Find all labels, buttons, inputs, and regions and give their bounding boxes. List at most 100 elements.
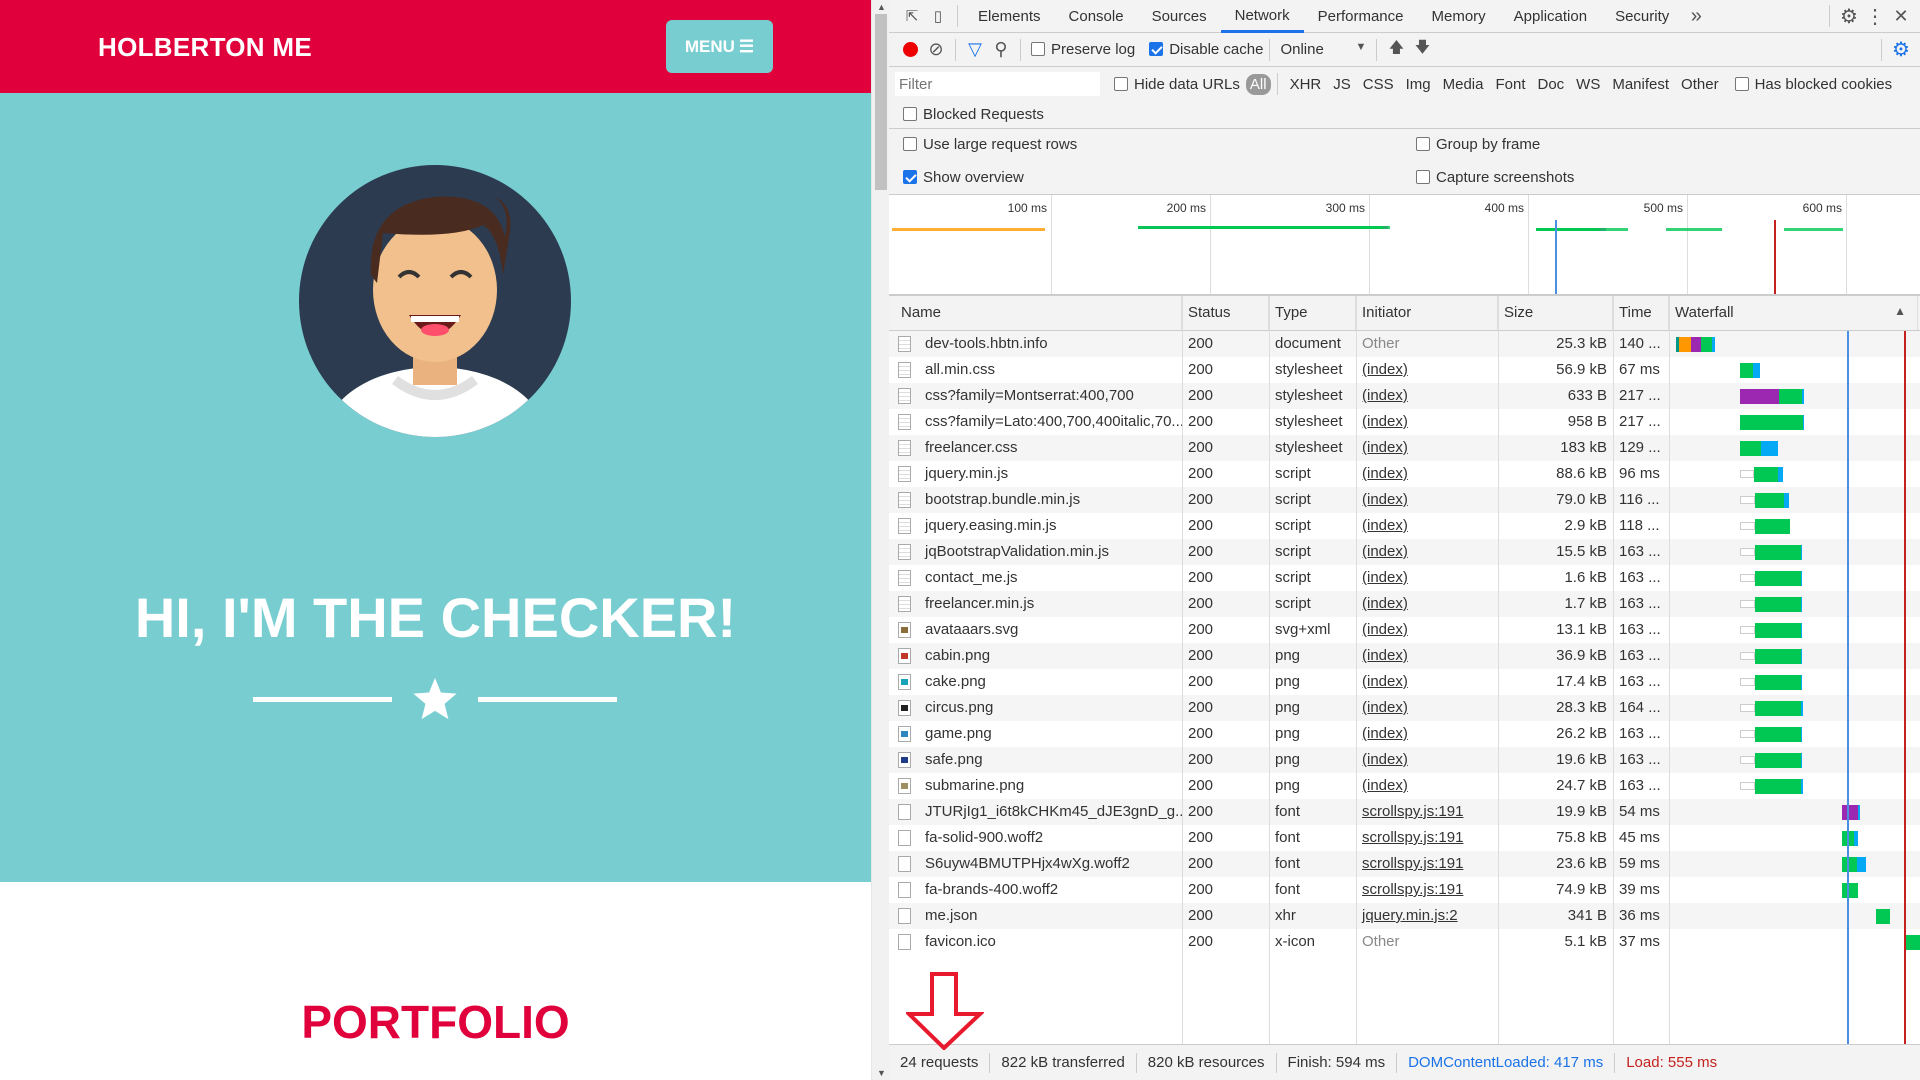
capture-screenshots-checkbox[interactable]: Capture screenshots: [1416, 169, 1574, 186]
table-row[interactable]: fa-solid-900.woff2 200 font scrollspy.js:19…: [889, 825, 1920, 851]
throttling-select[interactable]: Online ▼: [1276, 41, 1370, 58]
cell-initiator[interactable]: scrollspy.js:191: [1356, 825, 1498, 851]
table-row[interactable]: jqBootstrapValidation.min.js 200 script (in…: [889, 539, 1920, 565]
filter-type-font[interactable]: Font: [1489, 76, 1531, 93]
hide-data-urls-checkbox[interactable]: Hide data URLs: [1114, 76, 1240, 93]
filter-type-media[interactable]: Media: [1437, 76, 1490, 93]
cell-name[interactable]: fa-solid-900.woff2: [919, 825, 1182, 851]
cell-name[interactable]: all.min.css: [919, 357, 1182, 383]
show-overview-checkbox[interactable]: Show overview: [903, 169, 1024, 186]
column-header-initiator[interactable]: Initiator: [1356, 296, 1498, 330]
close-icon[interactable]: ✕: [1888, 3, 1914, 29]
table-row[interactable]: safe.png 200 png (index) 19.6 kB 163 ...: [889, 747, 1920, 773]
cell-initiator[interactable]: (index): [1356, 643, 1498, 669]
brand-logo[interactable]: HOLBERTON ME: [98, 32, 312, 63]
tab-security[interactable]: Security: [1601, 0, 1683, 33]
cell-initiator[interactable]: (index): [1356, 435, 1498, 461]
device-toolbar-icon[interactable]: ▯: [925, 3, 951, 29]
network-overview[interactable]: 100 ms 200 ms 300 ms 400 ms 500 ms 600 ms: [889, 195, 1920, 296]
menu-button[interactable]: MENU ☰: [666, 20, 773, 73]
scroll-up-icon[interactable]: ▲: [877, 2, 886, 12]
cell-initiator[interactable]: (index): [1356, 383, 1498, 409]
cell-name[interactable]: css?family=Lato:400,700,400italic,70...: [919, 409, 1182, 435]
cell-initiator[interactable]: (index): [1356, 695, 1498, 721]
cell-initiator[interactable]: scrollspy.js:191: [1356, 851, 1498, 877]
cell-name[interactable]: avataaars.svg: [919, 617, 1182, 643]
table-row[interactable]: bootstrap.bundle.min.js 200 script (index) 7…: [889, 487, 1920, 513]
tab-performance[interactable]: Performance: [1304, 0, 1418, 33]
scroll-down-icon[interactable]: ▼: [877, 1068, 886, 1078]
table-row[interactable]: contact_me.js 200 script (index) 1.6 kB 163 .…: [889, 565, 1920, 591]
tab-network[interactable]: Network: [1220, 0, 1304, 33]
cell-name[interactable]: dev-tools.hbtn.info: [919, 331, 1182, 357]
cell-name[interactable]: freelancer.min.js: [919, 591, 1182, 617]
filter-type-doc[interactable]: Doc: [1531, 76, 1570, 93]
filter-type-css[interactable]: CSS: [1357, 76, 1400, 93]
cell-name[interactable]: cake.png: [919, 669, 1182, 695]
table-row[interactable]: jquery.easing.min.js 200 script (index) 2.9 …: [889, 513, 1920, 539]
cell-name[interactable]: contact_me.js: [919, 565, 1182, 591]
table-row[interactable]: S6uyw4BMUTPHjx4wXg.woff2 200 font scrollspy…: [889, 851, 1920, 877]
has-blocked-cookies-checkbox[interactable]: Has blocked cookies: [1734, 76, 1892, 93]
table-row[interactable]: freelancer.css 200 stylesheet (index) 183 kB…: [889, 435, 1920, 461]
cell-initiator[interactable]: (index): [1356, 669, 1498, 695]
filter-type-img[interactable]: Img: [1400, 76, 1437, 93]
table-row[interactable]: favicon.ico 200 x-icon Other 5.1 kB 37 ms: [889, 929, 1920, 955]
group-by-frame-checkbox[interactable]: Group by frame: [1416, 136, 1540, 153]
preserve-log-checkbox[interactable]: Preserve log: [1031, 41, 1135, 58]
cell-name[interactable]: freelancer.css: [919, 435, 1182, 461]
record-icon[interactable]: [897, 37, 923, 63]
clear-icon[interactable]: ⊘: [923, 37, 949, 63]
kebab-menu-icon[interactable]: ⋮: [1862, 3, 1888, 29]
large-rows-checkbox[interactable]: Use large request rows: [903, 136, 1077, 153]
blocked-requests-checkbox[interactable]: Blocked Requests: [903, 106, 1044, 123]
more-tabs-icon[interactable]: »: [1683, 3, 1709, 29]
cell-initiator[interactable]: scrollspy.js:191: [1356, 799, 1498, 825]
cell-initiator[interactable]: jquery.min.js:2: [1356, 903, 1498, 929]
cell-initiator[interactable]: (index): [1356, 357, 1498, 383]
cell-initiator[interactable]: (index): [1356, 591, 1498, 617]
tab-application[interactable]: Application: [1500, 0, 1601, 33]
table-row[interactable]: game.png 200 png (index) 26.2 kB 163 ...: [889, 721, 1920, 747]
filter-type-xhr[interactable]: XHR: [1284, 76, 1328, 93]
filter-icon[interactable]: ▽: [962, 37, 988, 63]
cell-name[interactable]: cabin.png: [919, 643, 1182, 669]
cell-initiator[interactable]: scrollspy.js:191: [1356, 877, 1498, 903]
tab-console[interactable]: Console: [1055, 0, 1138, 33]
cell-initiator[interactable]: (index): [1356, 513, 1498, 539]
tab-elements[interactable]: Elements: [964, 0, 1055, 33]
cell-initiator[interactable]: (index): [1356, 539, 1498, 565]
page-scrollbar[interactable]: ▲ ▼: [871, 0, 889, 1080]
cell-name[interactable]: fa-brands-400.woff2: [919, 877, 1182, 903]
column-header-status[interactable]: Status: [1182, 296, 1269, 330]
cell-name[interactable]: circus.png: [919, 695, 1182, 721]
sort-ascending-icon[interactable]: ▲: [1894, 304, 1906, 318]
cell-name[interactable]: css?family=Montserrat:400,700: [919, 383, 1182, 409]
table-row[interactable]: me.json 200 xhr jquery.min.js:2 341 B 36 ms: [889, 903, 1920, 929]
cell-name[interactable]: bootstrap.bundle.min.js: [919, 487, 1182, 513]
scrollbar-thumb[interactable]: [875, 14, 887, 190]
filter-type-other[interactable]: Other: [1675, 76, 1725, 93]
cell-name[interactable]: me.json: [919, 903, 1182, 929]
cell-name[interactable]: JTURjIg1_i6t8kCHKm45_dJE3gnD_g....: [919, 799, 1182, 825]
cell-name[interactable]: submarine.png: [919, 773, 1182, 799]
table-row[interactable]: css?family=Montserrat:400,700 200 styleshe…: [889, 383, 1920, 409]
cell-initiator[interactable]: (index): [1356, 773, 1498, 799]
column-header-name[interactable]: Name: [895, 296, 1182, 330]
cell-initiator[interactable]: (index): [1356, 721, 1498, 747]
cell-initiator[interactable]: (index): [1356, 461, 1498, 487]
table-row[interactable]: fa-brands-400.woff2 200 font scrollspy.js:1…: [889, 877, 1920, 903]
cell-initiator[interactable]: (index): [1356, 747, 1498, 773]
network-settings-icon[interactable]: ⚙: [1888, 37, 1914, 63]
column-header-type[interactable]: Type: [1269, 296, 1356, 330]
table-row[interactable]: submarine.png 200 png (index) 24.7 kB 163 ...: [889, 773, 1920, 799]
cell-initiator[interactable]: (index): [1356, 617, 1498, 643]
cell-name[interactable]: jquery.easing.min.js: [919, 513, 1182, 539]
table-row[interactable]: freelancer.min.js 200 script (index) 1.7 kB 1…: [889, 591, 1920, 617]
cell-name[interactable]: S6uyw4BMUTPHjx4wXg.woff2: [919, 851, 1182, 877]
export-har-icon[interactable]: 🡇: [1409, 37, 1435, 63]
cell-initiator[interactable]: (index): [1356, 565, 1498, 591]
cell-initiator[interactable]: (index): [1356, 409, 1498, 435]
filter-type-all[interactable]: All: [1245, 73, 1271, 95]
filter-type-ws[interactable]: WS: [1570, 76, 1606, 93]
